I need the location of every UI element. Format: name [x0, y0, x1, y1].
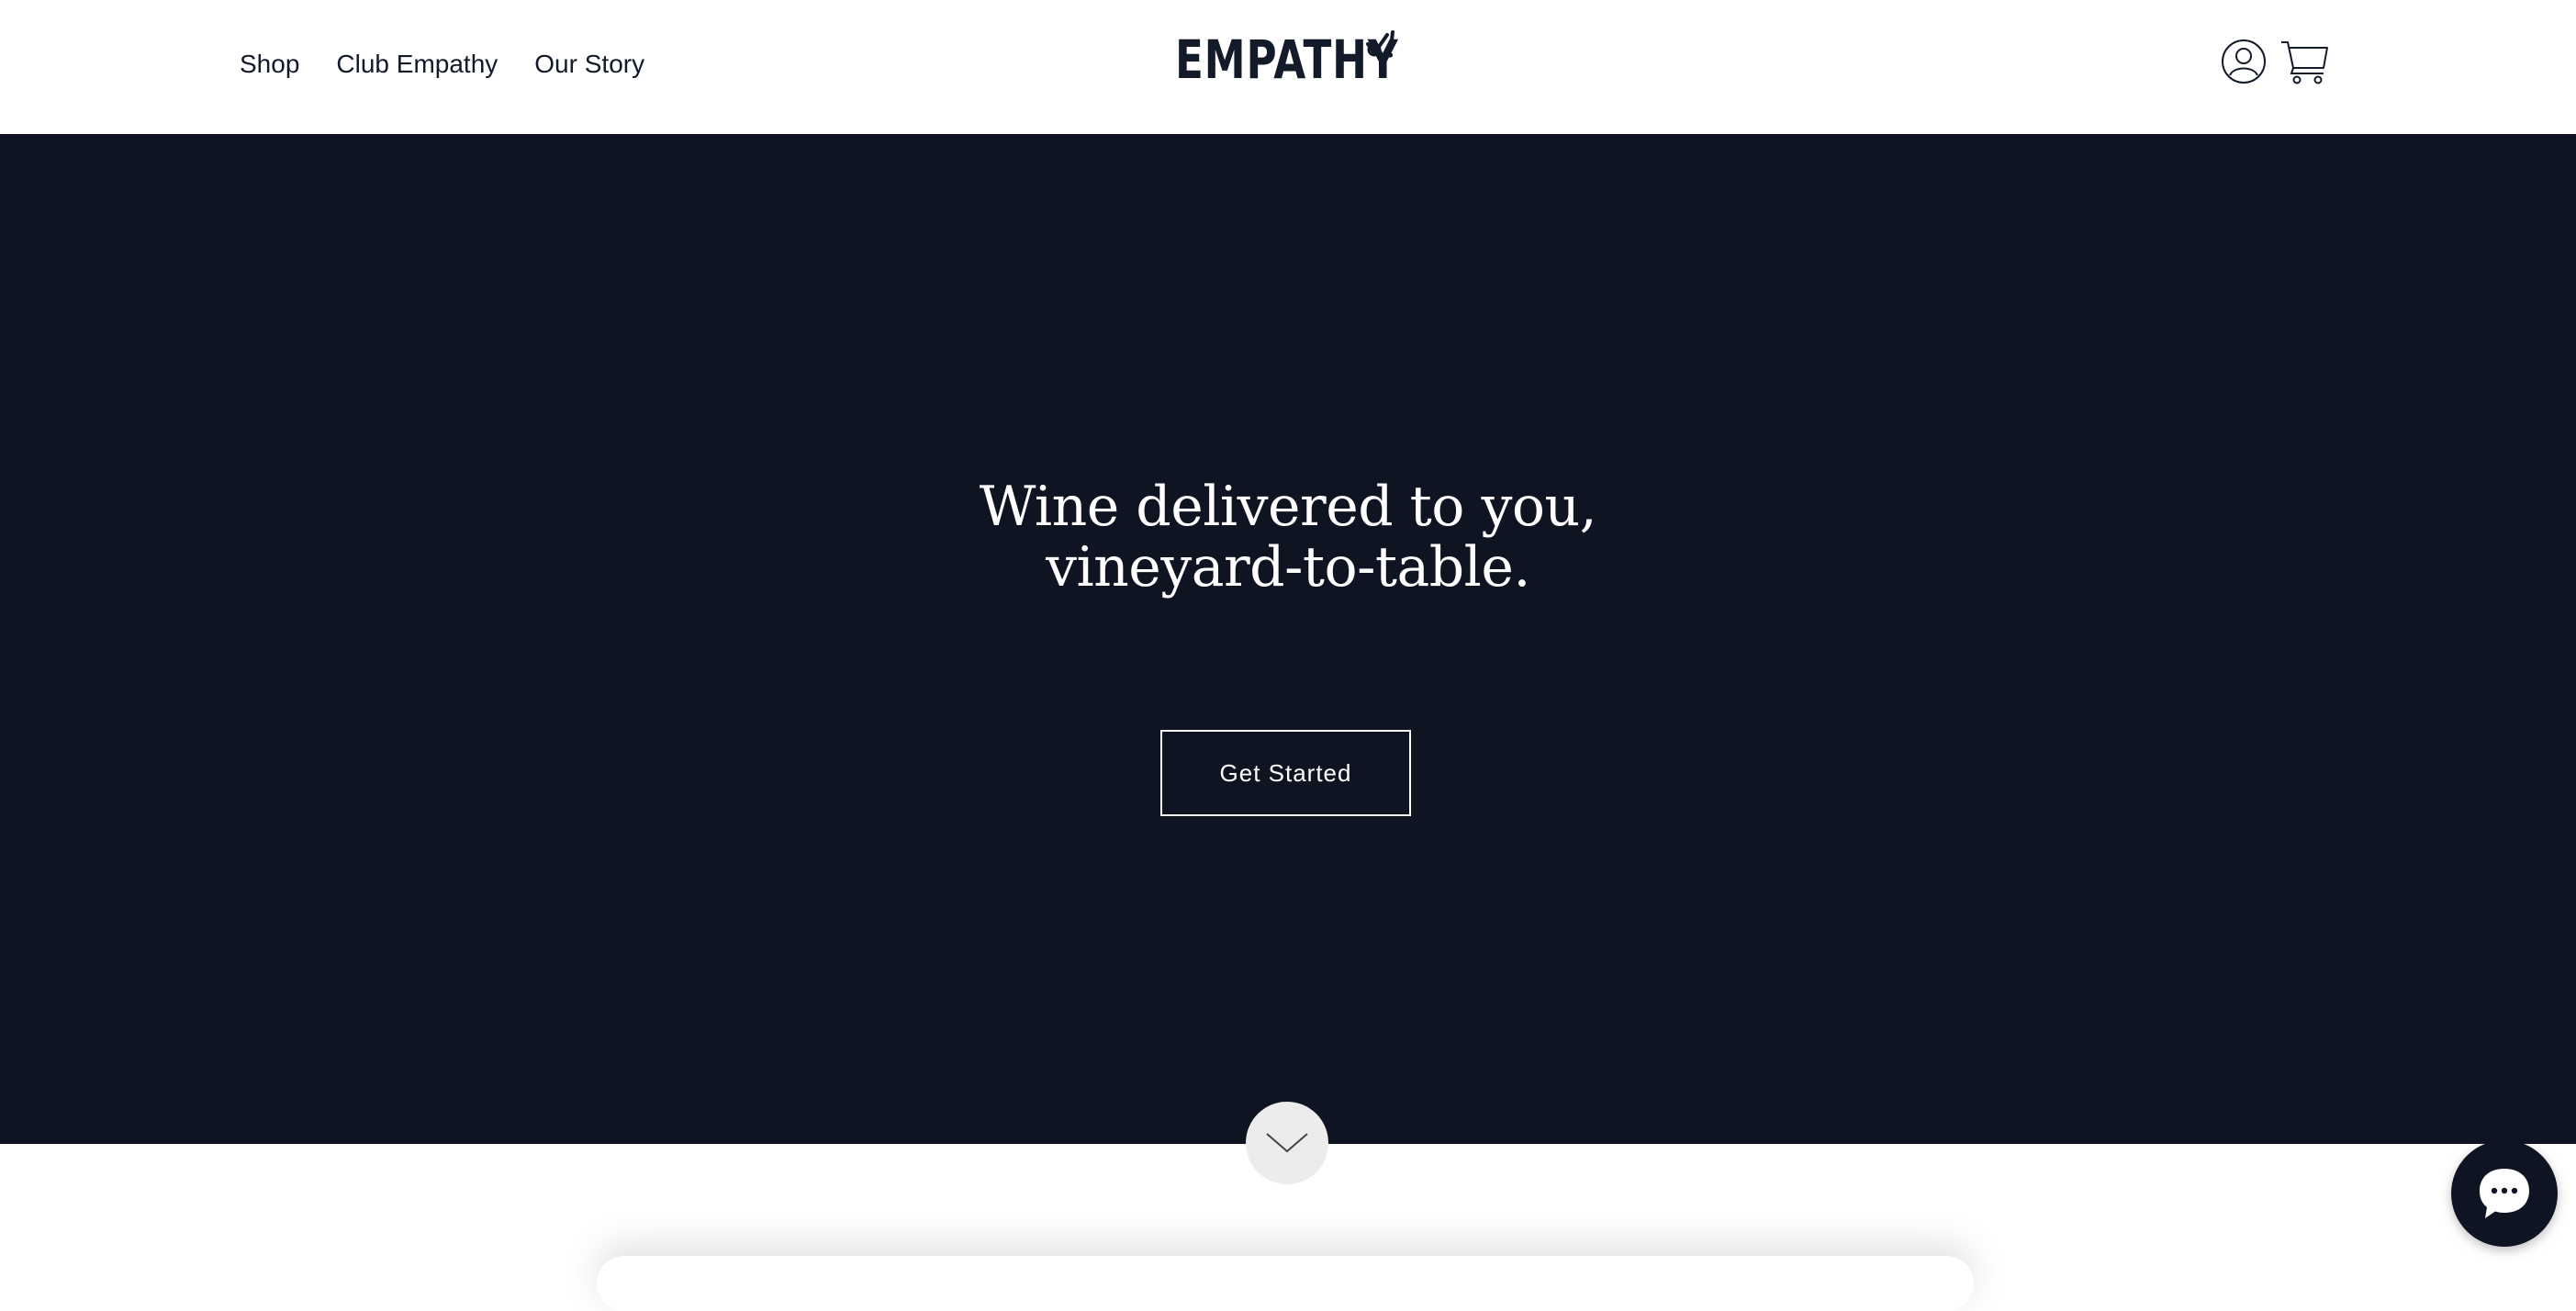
- site-header: Shop Club Empathy Our Story EMPATHY: [0, 0, 2576, 134]
- account-icon[interactable]: [2221, 39, 2267, 84]
- hero-title: Wine delivered to you, vineyard-to-table…: [0, 476, 2576, 598]
- main-nav: Shop Club Empathy Our Story: [240, 46, 644, 83]
- nav-link-our-story[interactable]: Our Story: [534, 46, 644, 83]
- logo-check-icon: [1366, 30, 1394, 58]
- content-card-edge: [597, 1256, 1974, 1311]
- hero-title-line-1: Wine delivered to you,: [979, 475, 1597, 539]
- chevron-down-icon: [1266, 1133, 1308, 1153]
- cart-icon[interactable]: [2279, 39, 2329, 84]
- nav-link-shop[interactable]: Shop: [240, 46, 299, 83]
- scroll-down-button[interactable]: [1246, 1102, 1328, 1184]
- brand-logo[interactable]: EMPATHY: [1175, 24, 1462, 97]
- nav-link-club-empathy[interactable]: Club Empathy: [336, 46, 498, 83]
- hero-section: Wine delivered to you, vineyard-to-table…: [0, 134, 2576, 1144]
- chat-launcher-button[interactable]: [2451, 1140, 2558, 1247]
- get-started-button[interactable]: Get Started: [1160, 730, 1411, 816]
- hero-title-line-2: vineyard-to-table.: [1046, 535, 1530, 599]
- chat-icon: [2480, 1169, 2529, 1218]
- header-actions: [2221, 39, 2329, 84]
